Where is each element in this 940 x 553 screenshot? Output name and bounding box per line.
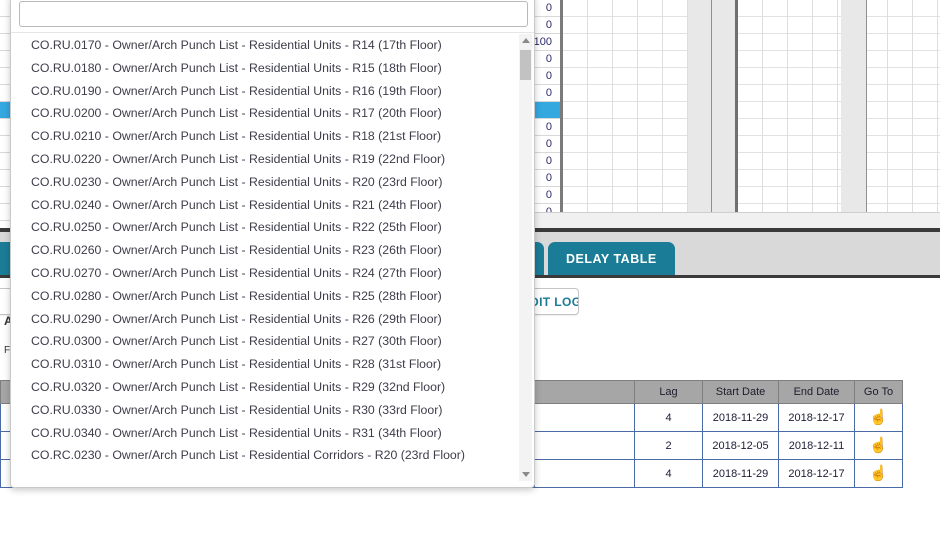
gantt-row-edge — [0, 170, 10, 187]
delay-table-content: DIT LOG A F Lag Start Date End Date Go T… — [0, 0, 940, 553]
cell-start-date: 2018-11-29 — [702, 459, 779, 488]
cell-go-to[interactable]: ☝ — [854, 403, 903, 432]
cell-type — [534, 431, 635, 460]
column-header-start-date[interactable]: Start Date — [702, 380, 779, 404]
gantt-row-value: 0 — [545, 189, 552, 201]
dropdown-option[interactable]: CO.RU.0270 - Owner/Arch Punch List - Res… — [11, 262, 523, 285]
chevron-down-icon — [521, 472, 530, 477]
scroll-up-arrow[interactable] — [519, 34, 532, 47]
gantt-row-edge — [0, 153, 10, 170]
column-header-type[interactable] — [534, 380, 635, 404]
gantt-row-edge — [0, 34, 10, 51]
gantt-row-value: 0 — [545, 172, 552, 184]
dropdown-option[interactable]: CO.RU.0200 - Owner/Arch Punch List - Res… — [11, 102, 523, 125]
gantt-row-value: 100 — [533, 36, 552, 48]
gantt-row-edge — [0, 187, 10, 204]
gantt-period-line — [711, 0, 712, 212]
gantt-period-line — [866, 0, 867, 212]
cell-lag: 2 — [634, 431, 703, 460]
go-to-icon[interactable]: ☝ — [869, 410, 888, 425]
cell-end-date: 2018-12-17 — [778, 403, 855, 432]
column-header-go-to[interactable]: Go To — [854, 380, 903, 404]
gantt-row-edge — [0, 102, 10, 119]
gantt-weekend-band — [841, 0, 866, 212]
gantt-row-value: 0 — [545, 87, 552, 99]
chevron-up-icon — [521, 38, 530, 43]
dropdown-option[interactable]: CO.RU.0280 - Owner/Arch Punch List - Res… — [11, 285, 523, 308]
gantt-left-edge-strip — [0, 0, 10, 228]
gantt-row-edge — [0, 0, 10, 17]
gantt-row-value: 0 — [545, 70, 552, 82]
go-to-icon[interactable]: ☝ — [869, 466, 888, 481]
gantt-row-edge — [0, 17, 10, 34]
gantt-row-edge — [0, 204, 10, 221]
dropdown-option[interactable]: CO.RU.0170 - Owner/Arch Punch List - Res… — [11, 34, 523, 57]
gantt-row-edge — [0, 85, 10, 102]
gantt-row-edge — [0, 51, 10, 68]
dropdown-option[interactable]: CO.RU.0220 - Owner/Arch Punch List - Res… — [11, 148, 523, 171]
gantt-weekend-band — [688, 0, 713, 212]
gantt-row-value: 0 — [545, 19, 552, 31]
dropdown-search-input[interactable] — [19, 1, 528, 27]
dropdown-option[interactable]: CO.RU.0260 - Owner/Arch Punch List - Res… — [11, 239, 523, 262]
gantt-today-line — [735, 0, 738, 212]
dropdown-search-zone — [11, 0, 534, 33]
scroll-down-arrow[interactable] — [519, 468, 532, 481]
dropdown-option[interactable]: CO.RU.0330 - Owner/Arch Punch List - Res… — [11, 399, 523, 422]
gantt-row-value: 0 — [545, 121, 552, 133]
dropdown-option[interactable]: CO.RU.0300 - Owner/Arch Punch List - Res… — [11, 330, 523, 353]
gantt-chart-area[interactable] — [560, 0, 940, 212]
dropdown-option[interactable]: CO.RU.0310 - Owner/Arch Punch List - Res… — [11, 353, 523, 376]
dropdown-option[interactable]: CO.RU.0320 - Owner/Arch Punch List - Res… — [11, 376, 523, 399]
gantt-row-value: 0 — [545, 53, 552, 65]
dropdown-option[interactable]: CO.RU.0230 - Owner/Arch Punch List - Res… — [11, 171, 523, 194]
gantt-row-value: 0 — [545, 138, 552, 150]
gantt-row-edge — [0, 68, 10, 85]
tab-delay-table[interactable]: DELAY TABLE — [548, 242, 675, 275]
column-header-lag[interactable]: Lag — [634, 380, 703, 404]
dropdown-option[interactable]: CO.RU.0180 - Owner/Arch Punch List - Res… — [11, 57, 523, 80]
dropdown-option[interactable]: CO.RU.0210 - Owner/Arch Punch List - Res… — [11, 125, 523, 148]
column-header-end-date[interactable]: End Date — [778, 380, 855, 404]
cell-lag: 4 — [634, 403, 703, 432]
cell-go-to[interactable]: ☝ — [854, 431, 903, 460]
gantt-row-edge — [0, 119, 10, 136]
go-to-icon[interactable]: ☝ — [869, 438, 888, 453]
cell-start-date: 2018-11-29 — [702, 403, 779, 432]
gantt-column-gridlines — [563, 0, 940, 212]
dropdown-option[interactable]: CO.RU.0290 - Owner/Arch Punch List - Res… — [11, 308, 523, 331]
dropdown-option[interactable]: CO.RU.0190 - Owner/Arch Punch List - Res… — [11, 80, 523, 103]
cell-type — [534, 403, 635, 432]
dropdown-option[interactable]: CO.RU.0240 - Owner/Arch Punch List - Res… — [11, 194, 523, 217]
app-root: 00100000000000 — [0, 0, 940, 553]
cell-type — [534, 459, 635, 488]
gantt-row-edge — [0, 136, 10, 153]
gantt-row-value: 0 — [545, 155, 552, 167]
predecessor-dropdown-panel[interactable]: CO.RU.0170 - Owner/Arch Punch List - Res… — [10, 0, 535, 488]
dropdown-option[interactable]: CO.RC.0230 - Owner/Arch Punch List - Res… — [11, 444, 523, 467]
cell-go-to[interactable]: ☝ — [854, 459, 903, 488]
dropdown-option[interactable]: CO.RU.0340 - Owner/Arch Punch List - Res… — [11, 422, 523, 445]
cell-start-date: 2018-12-05 — [702, 431, 779, 460]
dropdown-scrollbar-thumb[interactable] — [520, 50, 531, 80]
dropdown-option[interactable]: CO.RU.0250 - Owner/Arch Punch List - Res… — [11, 216, 523, 239]
cell-end-date: 2018-12-11 — [778, 431, 855, 460]
gantt-row-value: 0 — [545, 2, 552, 14]
cell-lag: 4 — [634, 459, 703, 488]
dropdown-option-list[interactable]: CO.RU.0170 - Owner/Arch Punch List - Res… — [11, 34, 523, 481]
dropdown-scrollbar[interactable] — [519, 34, 532, 481]
cell-end-date: 2018-12-17 — [778, 459, 855, 488]
